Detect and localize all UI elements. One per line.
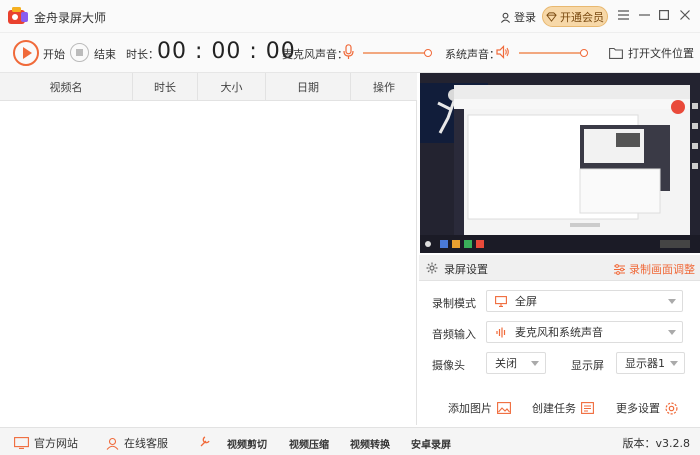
- record-mode-value: 全屏: [515, 295, 537, 308]
- start-label[interactable]: 开始: [43, 46, 65, 62]
- speaker-icon[interactable]: [496, 45, 510, 59]
- camera-select[interactable]: 关闭: [486, 352, 546, 374]
- open-folder-button[interactable]: 打开文件位置: [609, 45, 694, 61]
- system-volume-label: 系统声音：: [445, 48, 500, 61]
- waveform-icon: [496, 327, 506, 338]
- display-value: 显示器1: [625, 357, 665, 370]
- create-task-button[interactable]: 创建任务: [532, 400, 594, 416]
- tools-icon: [200, 436, 210, 447]
- sliders-icon: [614, 263, 625, 275]
- version-label: 版本：v3.2.8: [622, 437, 691, 450]
- stop-label[interactable]: 结束: [94, 46, 116, 62]
- column-header-name[interactable]: 视频名: [0, 73, 133, 101]
- stop-icon: [76, 49, 83, 56]
- desktop-preview-image: [420, 73, 700, 253]
- customer-service-icon: [106, 437, 119, 450]
- chevron-down-icon: [668, 299, 676, 304]
- column-header-duration[interactable]: 时长: [133, 73, 198, 101]
- audio-input-select[interactable]: 麦克风和系统声音: [486, 321, 683, 343]
- play-icon: [23, 47, 32, 59]
- mic-volume-handle[interactable]: [424, 49, 432, 57]
- gear-icon: [426, 262, 438, 274]
- column-header-size[interactable]: 大小: [198, 73, 266, 101]
- image-icon: [497, 402, 511, 414]
- settings-gear-icon: [665, 401, 678, 415]
- diamond-icon: [546, 11, 557, 22]
- official-website-label: 官方网站: [34, 437, 78, 450]
- microphone-icon[interactable]: [343, 44, 354, 60]
- record-mode-label: 录制模式: [432, 297, 476, 310]
- display-select[interactable]: 显示器1: [616, 352, 685, 374]
- video-compress-link[interactable]: 视频压缩: [289, 436, 329, 451]
- video-convert-link[interactable]: 视频转换: [350, 436, 390, 451]
- duration-value: 00 : 00 : 00: [157, 39, 296, 64]
- display-label: 显示屏: [571, 359, 604, 372]
- column-header-action[interactable]: 操作: [351, 73, 417, 101]
- vip-button[interactable]: 开通会员: [542, 6, 608, 27]
- task-list-icon: [581, 402, 594, 414]
- login-label: 登录: [514, 11, 536, 24]
- audio-input-label: 音频输入: [432, 328, 476, 341]
- chevron-down-icon: [668, 330, 676, 335]
- mic-volume-slider[interactable]: [363, 49, 432, 57]
- record-settings-title: 录屏设置: [444, 263, 488, 276]
- mic-volume-label: 麦克风声音：: [282, 48, 348, 61]
- title-bar: 金舟录屏大师 登录 开通会员: [0, 0, 700, 33]
- official-website-link[interactable]: 官方网站: [14, 435, 78, 451]
- online-service-link[interactable]: 在线客服: [106, 435, 168, 451]
- add-image-button[interactable]: 添加图片: [448, 400, 511, 416]
- close-icon[interactable]: [678, 8, 692, 22]
- screen-preview: [420, 73, 700, 253]
- record-settings-header: 录屏设置 录制画面调整: [419, 255, 700, 281]
- system-volume-slider[interactable]: [519, 49, 588, 57]
- folder-icon: [609, 47, 623, 59]
- maximize-icon[interactable]: [657, 8, 671, 22]
- online-service-label: 在线客服: [124, 437, 168, 450]
- column-header-date[interactable]: 日期: [266, 73, 351, 101]
- app-logo-icon: [8, 7, 28, 24]
- file-list[interactable]: [0, 101, 417, 425]
- add-image-label: 添加图片: [448, 402, 492, 415]
- camera-value: 关闭: [495, 357, 517, 370]
- video-cut-link[interactable]: 视频剪切: [227, 436, 267, 451]
- minimize-icon[interactable]: [637, 8, 651, 22]
- monitor-icon: [495, 296, 507, 307]
- more-settings-button[interactable]: 更多设置: [616, 400, 678, 416]
- app-title: 金舟录屏大师: [34, 11, 107, 25]
- record-toolbar: 开始 结束 时长： 00 : 00 : 00 麦克风声音： 系统声音： 打开文件…: [0, 33, 700, 73]
- vip-label: 开通会员: [560, 10, 604, 24]
- file-list-header: 视频名 时长 大小 日期 操作: [0, 73, 417, 101]
- start-record-button[interactable]: [13, 40, 39, 66]
- user-icon: [500, 12, 511, 23]
- chevron-down-icon: [670, 361, 678, 366]
- more-settings-label: 更多设置: [616, 402, 660, 415]
- menu-icon[interactable]: [616, 8, 630, 22]
- bottom-bar: 官方网站 在线客服 视频剪切 视频压缩 视频转换 安卓录屏 版本：v3.2.8: [0, 427, 700, 455]
- system-volume-handle[interactable]: [580, 49, 588, 57]
- chevron-down-icon: [531, 361, 539, 366]
- create-task-label: 创建任务: [532, 402, 576, 415]
- website-icon: [14, 437, 29, 449]
- login-button[interactable]: 登录: [500, 9, 536, 25]
- android-record-link[interactable]: 安卓录屏: [411, 436, 451, 451]
- audio-input-value: 麦克风和系统声音: [515, 326, 603, 339]
- adjust-recording-button[interactable]: 录制画面调整: [614, 261, 695, 277]
- adjust-recording-label: 录制画面调整: [629, 263, 695, 276]
- open-folder-label: 打开文件位置: [628, 47, 694, 60]
- stop-record-button[interactable]: [70, 43, 89, 62]
- record-mode-select[interactable]: 全屏: [486, 290, 683, 312]
- duration-label: 时长：: [126, 48, 159, 61]
- camera-label: 摄像头: [432, 359, 465, 372]
